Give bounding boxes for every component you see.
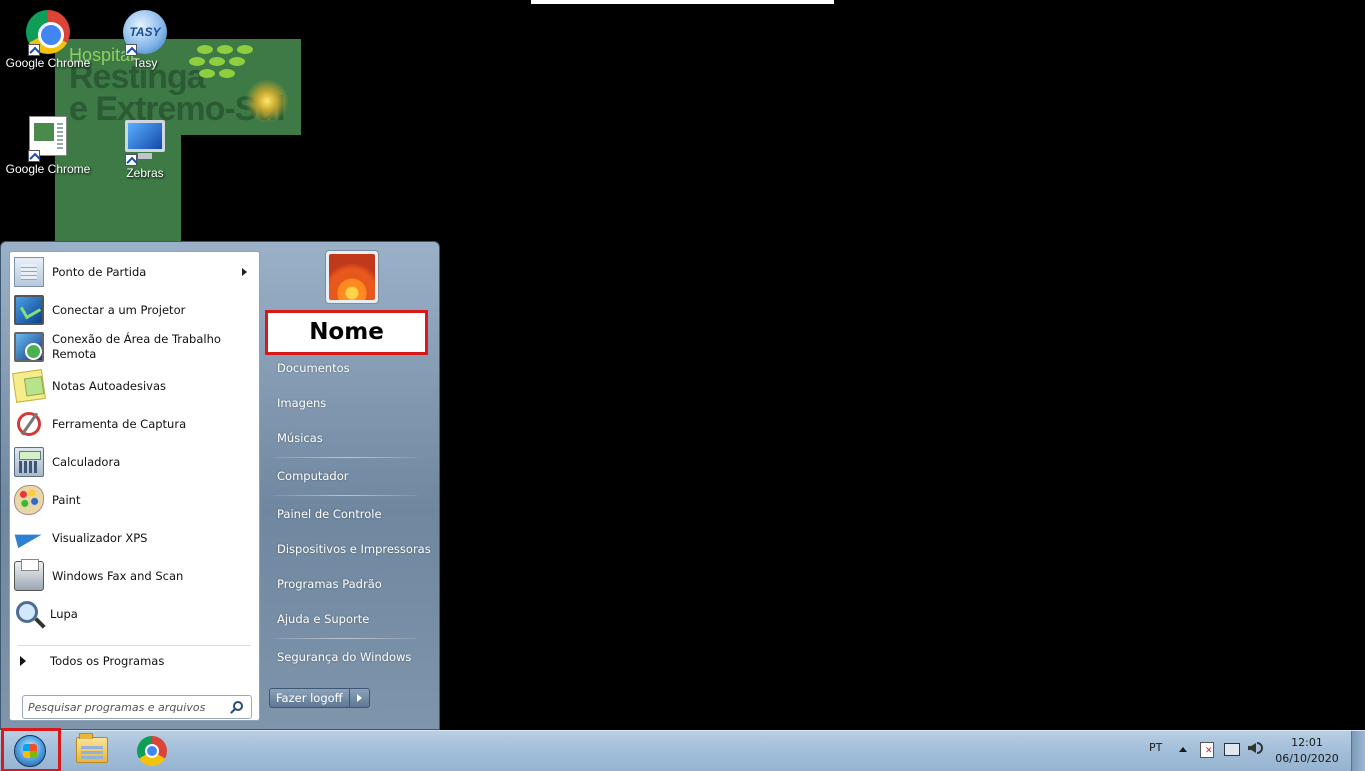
program-ponto-de-partida[interactable]: Ponto de Partida: [14, 256, 257, 288]
link-painel-controle[interactable]: Painel de Controle: [277, 507, 382, 521]
remote-desktop-icon: [14, 332, 44, 362]
action-center-flag-icon[interactable]: [1200, 742, 1214, 758]
link-musicas[interactable]: Músicas: [277, 431, 323, 445]
magnifier-icon: [16, 601, 38, 623]
desktop-icon-label: Google Chrome: [5, 56, 91, 70]
program-label: Ponto de Partida: [52, 264, 147, 279]
getting-started-icon: [14, 257, 44, 287]
windows-logo-icon: [14, 735, 46, 767]
language-indicator[interactable]: PT: [1149, 741, 1162, 754]
chrome-icon: [137, 736, 167, 766]
right-divider: [273, 495, 417, 496]
link-documentos[interactable]: Documentos: [277, 361, 350, 375]
tasy-icon: TASY: [123, 10, 167, 56]
clock[interactable]: 12:01 06/10/2020: [1272, 735, 1342, 767]
taskbar-google-chrome[interactable]: [122, 733, 178, 769]
fax-scan-icon: [14, 559, 44, 591]
all-programs-label: Todos os Programas: [50, 654, 165, 668]
right-divider: [273, 638, 417, 639]
user-avatar[interactable]: [325, 250, 379, 304]
volume-waves-icon: [1257, 742, 1263, 754]
program-label: Lupa: [50, 606, 78, 621]
link-imagens[interactable]: Imagens: [277, 396, 326, 410]
shortcut-arrow-icon: [28, 150, 40, 162]
start-button[interactable]: [1, 728, 61, 771]
program-ferramenta-captura[interactable]: Ferramenta de Captura: [14, 408, 257, 440]
program-label: Paint: [52, 492, 81, 507]
link-dispositivos-impressoras[interactable]: Dispositivos e Impressoras: [277, 542, 431, 556]
wallpaper-dots: [189, 43, 259, 83]
program-label: Visualizador XPS: [52, 530, 148, 545]
program-notas-autoadesivas[interactable]: Notas Autoadesivas: [12, 369, 257, 403]
user-name-box[interactable]: Nome: [265, 310, 428, 355]
clock-date: 06/10/2020: [1275, 752, 1339, 765]
flower-avatar-icon: [329, 254, 375, 300]
program-conectar-projetor[interactable]: Conectar a um Projetor: [14, 294, 257, 326]
shortcut-arrow-icon: [125, 154, 137, 166]
all-programs-button[interactable]: Todos os Programas: [20, 651, 250, 671]
projector-icon: [14, 295, 44, 325]
search-input[interactable]: [28, 700, 218, 714]
link-computador[interactable]: Computador: [277, 469, 348, 483]
start-menu-programs-pane: Ponto de Partida Conectar a um Projetor …: [9, 251, 260, 721]
program-label: Windows Fax and Scan: [52, 568, 184, 583]
document-shortcut-icon: [26, 116, 70, 162]
desktop-icon-label: Google Chrome: [5, 162, 91, 176]
show-hidden-icons-icon[interactable]: [1179, 747, 1187, 752]
volume-icon[interactable]: [1248, 743, 1256, 753]
windows-explorer-icon: [76, 733, 108, 763]
expand-triangle-icon: [20, 656, 26, 666]
start-menu: Ponto de Partida Conectar a um Projetor …: [0, 241, 440, 730]
network-icon[interactable]: [1224, 743, 1240, 756]
xps-viewer-icon: [14, 523, 44, 553]
desktop-icon-tasy[interactable]: TASY Tasy: [97, 10, 193, 70]
program-label: Conexão de Área de Trabalho Remota: [52, 332, 221, 361]
user-name: Nome: [309, 319, 384, 345]
link-ajuda-suporte[interactable]: Ajuda e Suporte: [277, 612, 369, 626]
taskbar: PT 12:01 06/10/2020: [0, 728, 1365, 771]
shortcut-arrow-icon: [125, 44, 137, 56]
program-calculadora[interactable]: Calculadora: [14, 446, 257, 478]
search-box[interactable]: [22, 695, 252, 719]
link-programas-padrao[interactable]: Programas Padrão: [277, 577, 382, 591]
calculator-icon: [14, 447, 44, 477]
sticky-notes-icon: [12, 369, 46, 403]
link-seguranca-windows[interactable]: Segurança do Windows: [277, 650, 411, 664]
submenu-arrow-icon[interactable]: [242, 268, 247, 276]
taskbar-windows-explorer[interactable]: [62, 733, 118, 769]
program-label: Ferramenta de Captura: [52, 416, 187, 431]
clock-time: 12:01: [1291, 736, 1323, 749]
program-lupa[interactable]: Lupa: [14, 598, 257, 630]
shortcut-arrow-icon: [28, 44, 40, 56]
desktop-icon-google-chrome-2[interactable]: Google Chrome: [0, 116, 96, 176]
desktop-icon-zebras[interactable]: Zebras: [97, 116, 193, 180]
program-area-trabalho-remota[interactable]: Conexão de Área de Trabalho Remota: [14, 330, 257, 364]
snipping-tool-icon: [17, 412, 41, 436]
top-window-edge: [531, 0, 834, 4]
program-visualizador-xps[interactable]: Visualizador XPS: [14, 522, 257, 554]
programs-divider: [18, 645, 251, 646]
program-label: Calculadora: [52, 454, 121, 469]
show-desktop-button[interactable]: [1351, 731, 1365, 771]
logoff-group: Fazer logoff: [269, 688, 370, 708]
monitor-icon: [123, 120, 167, 166]
desktop-icon-label: Zebras: [126, 166, 164, 180]
chrome-icon: [26, 10, 70, 56]
desktop-icon-label: Tasy: [132, 56, 158, 70]
search-icon[interactable]: [233, 701, 243, 711]
right-divider: [273, 457, 417, 458]
program-label: Notas Autoadesivas: [52, 378, 166, 393]
shutdown-options-arrow-icon[interactable]: [349, 688, 370, 708]
logoff-button[interactable]: Fazer logoff: [269, 688, 350, 708]
paint-icon: [14, 485, 44, 515]
program-label: Conectar a um Projetor: [52, 302, 186, 317]
desktop-icon-google-chrome[interactable]: Google Chrome: [0, 10, 96, 70]
wallpaper-sun: [245, 79, 289, 123]
program-paint[interactable]: Paint: [14, 484, 257, 516]
program-windows-fax-scan[interactable]: Windows Fax and Scan: [14, 559, 257, 592]
